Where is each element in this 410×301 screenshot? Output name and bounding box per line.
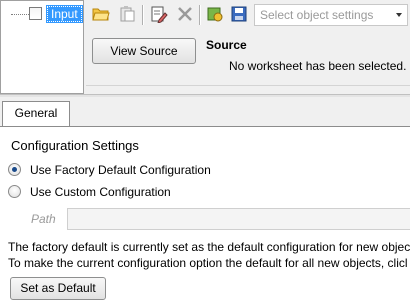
set-as-default-button[interactable]: Set as Default [10,277,106,300]
paste-icon[interactable] [118,5,136,23]
top-pane: Input Select object settings View Source… [0,0,410,96]
tab-strip: General [0,98,410,126]
source-title: Source [206,38,247,52]
toolbar-separator [199,5,200,25]
view-source-button[interactable]: View Source [92,38,196,64]
radio-factory-default[interactable]: Use Factory Default Configuration [8,162,268,178]
chevron-down-icon [396,13,402,17]
object-tree[interactable]: Input [0,0,84,94]
pane-splitter[interactable] [0,94,410,97]
general-panel: Configuration Settings Use Factory Defau… [0,126,410,301]
source-message: No worksheet has been selected. [229,59,407,73]
object-settings-select[interactable]: Select object settings [254,4,408,26]
info-text-line-2: To make the current configuration option… [8,256,408,270]
path-label: Path [31,212,56,226]
radio-custom-label[interactable]: Use Custom Configuration [30,185,171,199]
radio-button-selected[interactable] [8,163,21,176]
tree-connector [11,14,29,15]
open-folder-icon[interactable] [92,5,110,23]
refresh-icon[interactable] [206,5,224,23]
delete-icon[interactable] [176,5,194,23]
radio-button[interactable] [8,185,21,198]
info-text-line-1: The factory default is currently set as … [8,240,410,254]
divider [86,85,410,86]
toolbar: Select object settings [88,2,410,28]
path-field[interactable] [67,208,410,230]
save-icon[interactable] [230,5,248,23]
tree-node-input[interactable]: Input [46,5,83,23]
tab-general[interactable]: General [2,101,70,126]
configuration-settings-heading: Configuration Settings [11,138,139,153]
radio-factory-default-label[interactable]: Use Factory Default Configuration [30,163,211,177]
edit-icon[interactable] [150,5,168,24]
tree-node-checkbox[interactable] [29,7,42,20]
object-settings-placeholder: Select object settings [260,8,374,22]
toolbar-separator [142,5,143,25]
radio-custom[interactable]: Use Custom Configuration [8,184,208,200]
